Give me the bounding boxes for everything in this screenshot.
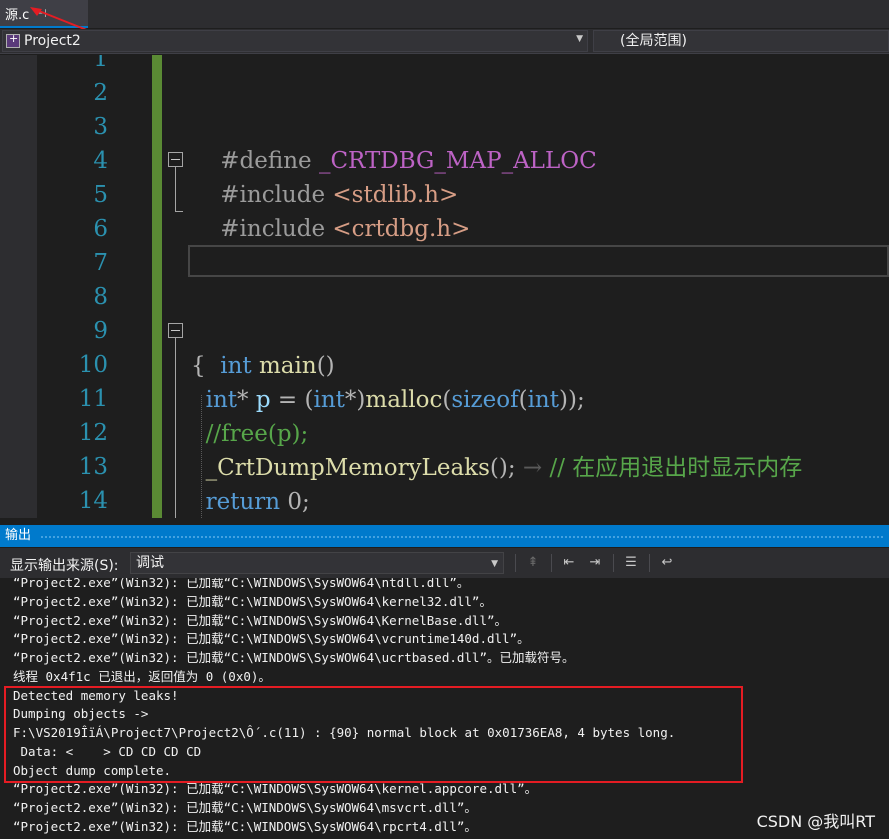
previous-message-icon[interactable]: ⇤ — [559, 554, 579, 572]
indicator-margin — [0, 55, 37, 518]
line-number: 9 — [93, 318, 108, 344]
line-number: 10 — [78, 352, 108, 378]
line-number: 4 — [93, 148, 108, 174]
output-line: “Project2.exe”(Win32): 已加载“C:\WINDOWS\Sy… — [13, 578, 470, 590]
output-source-value: 调试 — [136, 555, 164, 571]
output-line: “Project2.exe”(Win32): 已加载“C:\WINDOWS\Sy… — [13, 650, 575, 665]
chevron-down-icon: ▼ — [491, 559, 498, 569]
pin-icon[interactable]: ⊣ — [37, 7, 47, 20]
output-title-label: 输出 — [5, 528, 32, 543]
clear-all-icon[interactable]: ☰ — [621, 554, 641, 572]
project-icon — [6, 32, 20, 48]
word-wrap-icon[interactable]: ↩ — [657, 554, 677, 572]
line-number: 7 — [93, 250, 108, 276]
navigation-bar: Project2 ▼ (全局范围) — [0, 29, 889, 54]
output-line: “Project2.exe”(Win32): 已加载“C:\WINDOWS\Sy… — [13, 781, 538, 797]
output-line: “Project2.exe”(Win32): 已加载“C:\WINDOWS\Sy… — [13, 593, 492, 609]
code-editor[interactable]: 1 2 3 4 5 6 7 8 9 10 11 12 13 14 #define _CRTDBG_MAP_… — [0, 55, 889, 518]
code-line: int* p = (int*)malloc(sizeof(int)); — [205, 387, 585, 413]
fold-guide — [175, 167, 176, 211]
output-line: “Project2.exe”(Win32): 已加载“C:\WINDOWS\Sy… — [13, 818, 477, 834]
line-number: 8 — [93, 284, 108, 310]
line-number: 11 — [78, 386, 108, 412]
toolbar-separator — [649, 554, 650, 572]
scope-dropdown[interactable]: (全局范围) — [593, 30, 889, 52]
toolbar-separator — [551, 554, 552, 572]
output-line: “Project2.exe”(Win32): 已加载“C:\WINDOWS\Sy… — [13, 612, 508, 628]
output-toolbar: 显示输出来源(S): 调试 ▼ ⇞ ⇤ ⇥ ☰ ↩ — [0, 548, 889, 578]
line-number: 13 — [78, 454, 108, 480]
line-number: 2 — [93, 80, 108, 106]
output-panel-title[interactable]: 输出 — [0, 525, 889, 547]
line-number: 12 — [78, 420, 108, 446]
watermark: CSDN @我叫RT — [756, 812, 875, 831]
output-source-dropdown[interactable]: 调试 ▼ — [130, 552, 504, 574]
project-name: Project2 — [24, 33, 81, 49]
code-line: _CrtDumpMemoryLeaks(); → // 在应用退出时显示内存 — [205, 455, 803, 481]
line-number: 1 — [93, 55, 108, 72]
toolbar-separator — [613, 554, 614, 572]
code-line: { — [191, 353, 206, 379]
output-text-area[interactable]: “Project2.exe”(Win32): 已加载“C:\WINDOWS\Sy… — [0, 578, 889, 839]
project-dropdown[interactable]: Project2 ▼ — [2, 30, 588, 52]
code-line: return 0; — [205, 489, 310, 515]
tab-filename: 源.c — [5, 7, 30, 23]
output-source-label: 显示输出来源(S): — [10, 558, 119, 574]
fold-guide — [175, 338, 176, 518]
code-token: #include — [220, 216, 326, 242]
fold-collapse-icon[interactable] — [168, 152, 183, 167]
toolbar-separator — [515, 554, 516, 572]
next-message-icon[interactable]: ⇥ — [585, 554, 605, 572]
find-message-icon[interactable]: ⇞ — [523, 554, 543, 572]
code-token: <crtdbg.h> — [332, 216, 471, 242]
output-line: “Project2.exe”(Win32): 已加载“C:\WINDOWS\Sy… — [13, 800, 477, 815]
tab-source-file[interactable]: 源.c ⊣ — [0, 0, 88, 28]
line-number: 14 — [78, 488, 108, 514]
output-line: 线程 0x4f1c 已退出，返回值为 0 (0x0)。 — [13, 668, 271, 684]
line-number: 5 — [93, 182, 108, 208]
change-tracking-bar — [152, 55, 162, 518]
code-line: //free(p); — [205, 421, 309, 447]
document-tab-strip: 源.c ⊣ — [0, 0, 889, 28]
output-line: “Project2.exe”(Win32): 已加载“C:\WINDOWS\Sy… — [13, 631, 530, 647]
memory-leak-highlight-box — [4, 686, 743, 783]
chevron-down-icon: ▼ — [576, 34, 583, 44]
line-number: 6 — [93, 216, 108, 242]
fold-collapse-icon[interactable] — [168, 323, 183, 338]
code-line: #include <crtdbg.h> — [191, 178, 470, 280]
drag-grip[interactable] — [40, 535, 883, 538]
fold-guide-end — [175, 211, 183, 212]
line-number: 3 — [93, 114, 108, 140]
